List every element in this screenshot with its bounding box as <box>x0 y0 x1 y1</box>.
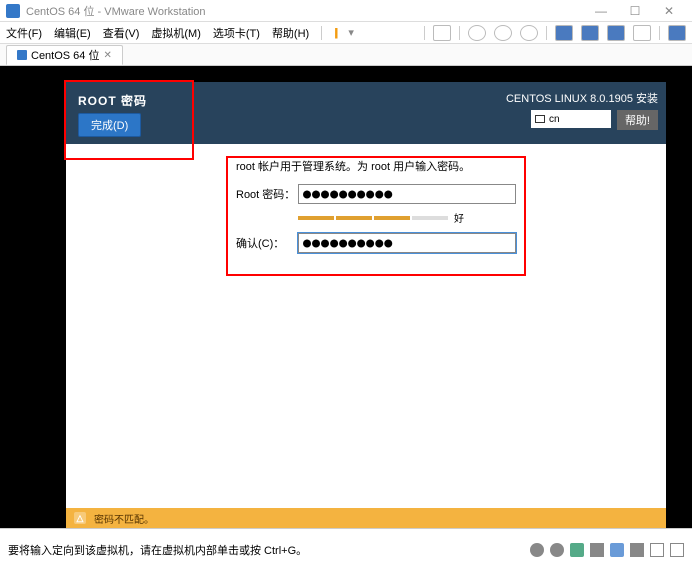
installer-header: ROOT 密码 完成(D) CENTOS LINUX 8.0.1905 安装 c… <box>66 82 666 144</box>
page-title: ROOT 密码 <box>78 92 147 109</box>
warning-icon: △ <box>74 512 86 524</box>
menu-tabs[interactable]: 选项卡(T) <box>213 25 260 41</box>
revert-icon[interactable] <box>494 25 512 41</box>
menu-vm[interactable]: 虚拟机(M) <box>151 25 201 41</box>
menu-view[interactable]: 查看(V) <box>103 25 140 41</box>
confirm-label: 确认(C)： <box>236 235 298 251</box>
status-hint: 要将输入定向到该虚拟机，请在虚拟机内部单击或按 Ctrl+G。 <box>8 542 530 558</box>
app-icon <box>6 4 20 18</box>
done-button[interactable]: 完成(D) <box>78 113 141 137</box>
view-mode1-icon[interactable] <box>555 25 573 41</box>
strength-seg <box>374 216 410 220</box>
password-label: Root 密码： <box>236 186 298 202</box>
vm-icon <box>17 50 27 60</box>
vm-tab[interactable]: CentOS 64 位 ✕ <box>6 45 123 65</box>
strength-seg <box>412 216 448 220</box>
separator <box>321 26 322 40</box>
close-window-button[interactable]: ✕ <box>652 4 686 18</box>
separator <box>424 26 425 40</box>
help-button[interactable]: 帮助! <box>617 110 658 130</box>
strength-seg <box>298 216 334 220</box>
tabstrip: CentOS 64 位 ✕ <box>0 44 692 66</box>
pause-button[interactable]: || <box>334 27 336 39</box>
confirm-input[interactable] <box>298 233 516 253</box>
menu-file[interactable]: 文件(F) <box>6 25 42 41</box>
separator <box>659 26 660 40</box>
usb-icon[interactable] <box>590 543 604 557</box>
printer-icon[interactable] <box>610 543 624 557</box>
network-icon[interactable] <box>570 543 584 557</box>
strength-seg <box>336 216 372 220</box>
separator <box>546 26 547 40</box>
cdrom-icon[interactable] <box>550 543 564 557</box>
dropdown-icon[interactable]: ▾ <box>348 26 354 39</box>
maximize-button[interactable]: ☐ <box>618 4 652 18</box>
minimize-button[interactable]: — <box>584 4 618 18</box>
menu-edit[interactable]: 编辑(E) <box>54 25 91 41</box>
view-mode4-icon[interactable] <box>633 25 651 41</box>
warning-text: 密码不匹配。 <box>94 511 154 526</box>
clock-icon[interactable] <box>468 25 486 41</box>
vm-screen[interactable]: ROOT 密码 完成(D) CENTOS LINUX 8.0.1905 安装 c… <box>0 66 692 528</box>
language-label: cn <box>549 114 560 125</box>
separator <box>459 26 460 40</box>
password-input[interactable] <box>298 184 516 204</box>
menu-help[interactable]: 帮助(H) <box>272 25 309 41</box>
harddisk-icon[interactable] <box>530 543 544 557</box>
manage-icon[interactable] <box>520 25 538 41</box>
window-title: CentOS 64 位 - VMware Workstation <box>26 3 584 19</box>
tab-close-button[interactable]: ✕ <box>103 50 111 61</box>
keyboard-icon <box>535 115 545 123</box>
menubar: 文件(F) 编辑(E) 查看(V) 虚拟机(M) 选项卡(T) 帮助(H) ||… <box>0 22 692 44</box>
vmware-statusbar: 要将输入定向到该虚拟机，请在虚拟机内部单击或按 Ctrl+G。 <box>0 528 692 570</box>
version-label: CENTOS LINUX 8.0.1905 安装 <box>506 90 658 106</box>
sound-icon[interactable] <box>630 543 644 557</box>
fullscreen-icon[interactable] <box>668 25 686 41</box>
warning-bar: △ 密码不匹配。 <box>66 508 666 528</box>
password-form: root 帐户用于管理系统。为 root 用户输入密码。 Root 密码： 好 … <box>236 158 516 259</box>
instruction-text: root 帐户用于管理系统。为 root 用户输入密码。 <box>236 158 516 174</box>
view-mode3-icon[interactable] <box>607 25 625 41</box>
language-select[interactable]: cn <box>531 110 611 128</box>
strength-meter: 好 <box>298 210 516 225</box>
view-mode2-icon[interactable] <box>581 25 599 41</box>
strength-label: 好 <box>454 210 464 225</box>
installer-window: ROOT 密码 完成(D) CENTOS LINUX 8.0.1905 安装 c… <box>66 82 666 528</box>
window-titlebar: CentOS 64 位 - VMware Workstation — ☐ ✕ <box>0 0 692 22</box>
display-icon[interactable] <box>650 543 664 557</box>
snapshot-icon[interactable] <box>433 25 451 41</box>
tab-label: CentOS 64 位 <box>31 47 99 63</box>
expand-icon[interactable] <box>670 543 684 557</box>
